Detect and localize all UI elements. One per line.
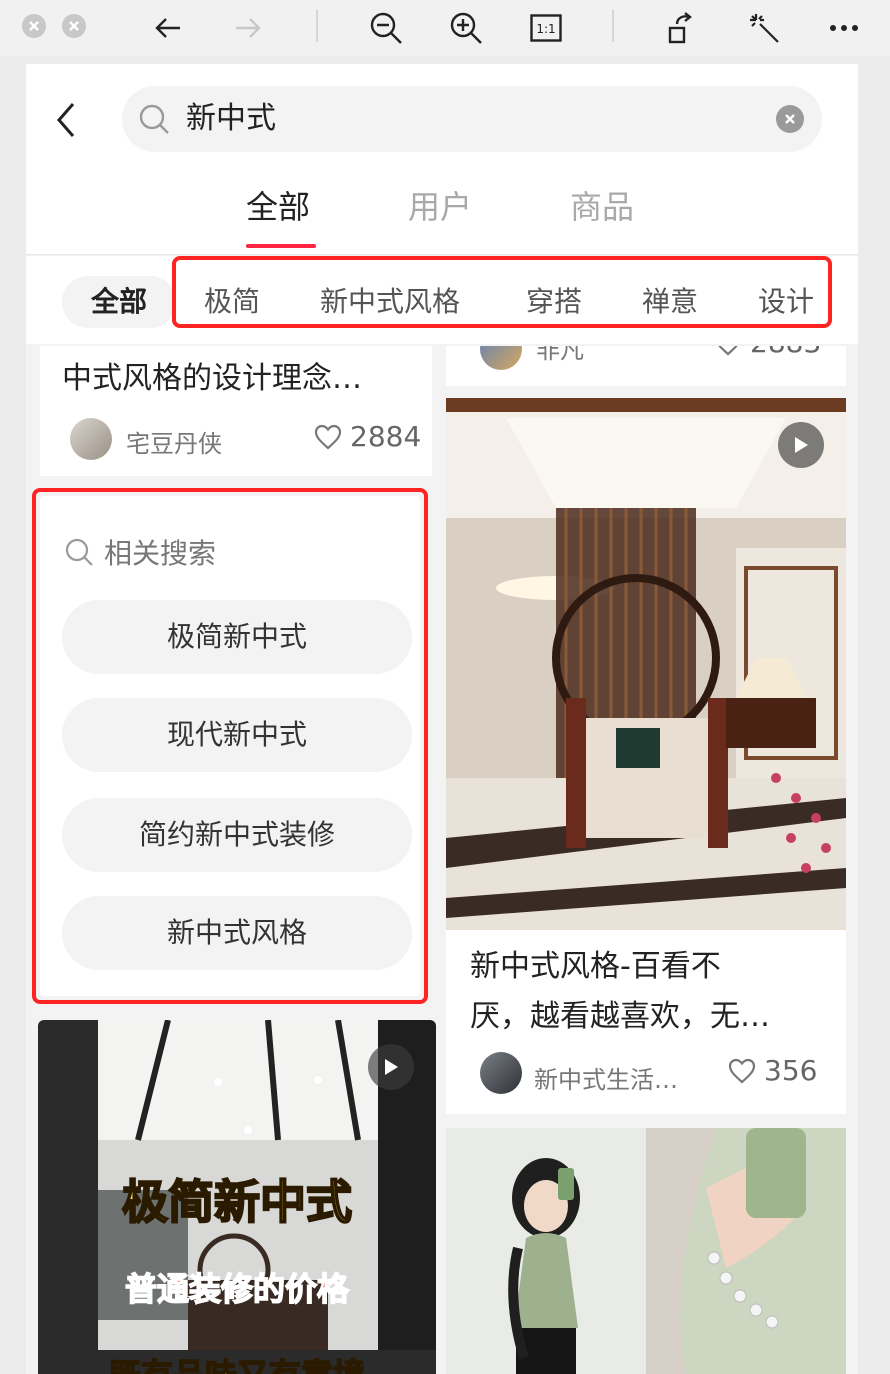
clear-search-button[interactable] xyxy=(776,105,804,133)
filter-chip-bar: 全部 极简 新中式风格 穿搭 禅意 设计 xyxy=(26,256,858,344)
back-arrow-icon[interactable] xyxy=(148,8,188,48)
heart-icon xyxy=(728,1058,756,1083)
video-note-card[interactable]: 新中式风格-百看不 厌，越看越喜欢，无… 新中式生活… 356 xyxy=(446,398,846,1114)
video-overlay-subtitle: 普通装修的价格 xyxy=(124,1269,350,1309)
back-button[interactable] xyxy=(50,98,82,142)
heart-icon xyxy=(718,346,738,355)
note-title-line: 厌，越看越喜欢，无… xyxy=(470,999,770,1034)
related-search-item[interactable]: 简约新中式装修 xyxy=(62,798,412,872)
video-overlay-title: 极简新中式 xyxy=(121,1174,353,1230)
heart-icon xyxy=(314,424,342,449)
author-name: 非凡 xyxy=(536,346,584,364)
more-icon[interactable] xyxy=(824,8,864,48)
like-count: 2883 xyxy=(750,346,821,359)
search-icon xyxy=(139,104,169,134)
filter-chip-new-chinese-style[interactable]: 新中式风格 xyxy=(320,276,460,328)
avatar xyxy=(480,1052,522,1094)
like-count: 356 xyxy=(764,1054,818,1087)
video-overlay-caption: 既有品味又有意境 xyxy=(38,1350,436,1374)
filter-chip-outfit[interactable]: 穿搭 xyxy=(526,276,582,328)
related-search-item[interactable]: 现代新中式 xyxy=(62,698,412,772)
video-note-card[interactable]: 极简新中式 普通装修的价格 既有品味又有意境 xyxy=(38,1020,436,1374)
app-screen: 新中式 全部 用户 商品 全部 极简 新中式风格 穿搭 禅意 设计 中式风格的设… xyxy=(26,64,858,1374)
actual-size-icon[interactable]: 1:1 xyxy=(526,8,566,48)
search-query: 新中式 xyxy=(186,101,276,136)
viewer-toolbar: 1:1 xyxy=(0,0,890,56)
magic-wand-icon[interactable] xyxy=(744,8,784,48)
play-button[interactable] xyxy=(778,422,824,468)
related-search-header: 相关搜索 xyxy=(64,532,216,572)
search-header: 新中式 全部 用户 商品 xyxy=(26,64,858,254)
like-count: 2884 xyxy=(350,420,422,453)
play-button[interactable] xyxy=(368,1044,414,1090)
chevron-left-icon xyxy=(57,103,75,137)
like-button[interactable]: 356 xyxy=(728,1054,817,1087)
avatar xyxy=(70,418,112,460)
divider xyxy=(26,254,858,255)
related-search-label: 相关搜索 xyxy=(104,537,217,570)
minimize-icon[interactable] xyxy=(62,14,86,38)
author-name: 宅豆丹侠 xyxy=(126,430,222,458)
avatar xyxy=(480,346,522,370)
note-card[interactable]: 中式风格的设计理念… 宅豆丹侠 2884 xyxy=(40,346,432,476)
related-search-panel: 相关搜索 极简新中式 现代新中式 简约新中式装修 新中式风格 xyxy=(40,496,420,996)
note-card[interactable]: 非凡 2883 xyxy=(446,346,846,386)
related-search-item[interactable]: 新中式风格 xyxy=(62,896,412,970)
tab-users[interactable]: 用户 xyxy=(408,184,472,230)
note-cover-image xyxy=(446,398,846,930)
toolbar-divider xyxy=(612,10,614,42)
related-search-item[interactable]: 极简新中式 xyxy=(62,600,412,674)
zoom-out-icon[interactable] xyxy=(366,8,406,48)
filter-chip-design[interactable]: 设计 xyxy=(758,276,814,328)
close-icon xyxy=(785,114,795,124)
like-button[interactable]: 2884 xyxy=(314,420,421,453)
svg-text:1:1: 1:1 xyxy=(536,22,555,36)
note-card[interactable] xyxy=(446,1128,846,1374)
play-icon xyxy=(795,437,808,453)
like-button[interactable]: 2883 xyxy=(714,346,821,359)
filter-chip-all[interactable]: 全部 xyxy=(62,276,176,328)
active-tab-indicator xyxy=(246,244,316,248)
tab-all[interactable]: 全部 xyxy=(246,184,310,230)
filter-chip-minimal[interactable]: 极简 xyxy=(204,276,260,328)
note-title-line: 新中式风格-百看不 xyxy=(470,949,721,984)
filter-chip-zen[interactable]: 禅意 xyxy=(642,276,698,328)
tab-products[interactable]: 商品 xyxy=(570,184,634,230)
search-input[interactable]: 新中式 xyxy=(122,86,822,152)
close-icon[interactable] xyxy=(22,14,46,38)
note-cover-image xyxy=(446,1128,846,1374)
play-icon xyxy=(385,1059,398,1075)
rotate-icon[interactable] xyxy=(662,8,702,48)
forward-arrow-icon[interactable] xyxy=(228,8,268,48)
zoom-in-icon[interactable] xyxy=(446,8,486,48)
author-name: 新中式生活… xyxy=(534,1066,678,1094)
toolbar-divider xyxy=(316,10,318,42)
note-title: 中式风格的设计理念… xyxy=(62,361,362,396)
search-icon xyxy=(65,538,93,566)
